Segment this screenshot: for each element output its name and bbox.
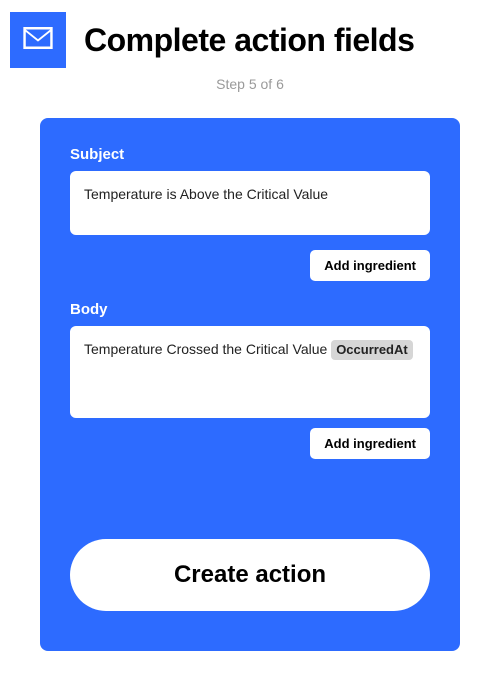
- body-add-ingredient-button[interactable]: Add ingredient: [310, 428, 430, 459]
- subject-label: Subject: [70, 146, 430, 163]
- subject-input[interactable]: [70, 171, 430, 235]
- body-text: Temperature Crossed the Critical Value: [84, 341, 331, 357]
- page-title: Complete action fields: [84, 22, 414, 59]
- form-spacer: [70, 479, 430, 539]
- body-label: Body: [70, 301, 430, 318]
- page-header: Complete action fields: [10, 12, 490, 68]
- envelope-icon: [23, 27, 53, 54]
- create-action-button[interactable]: Create action: [70, 539, 430, 611]
- step-indicator: Step 5 of 6: [10, 76, 490, 92]
- action-form-card: Subject Add ingredient Body Temperature …: [40, 118, 460, 651]
- email-service-badge: [10, 12, 66, 68]
- ingredient-pill-occurredat[interactable]: OccurredAt: [331, 340, 413, 360]
- subject-add-ingredient-button[interactable]: Add ingredient: [310, 250, 430, 281]
- body-input[interactable]: Temperature Crossed the Critical Value O…: [70, 326, 430, 418]
